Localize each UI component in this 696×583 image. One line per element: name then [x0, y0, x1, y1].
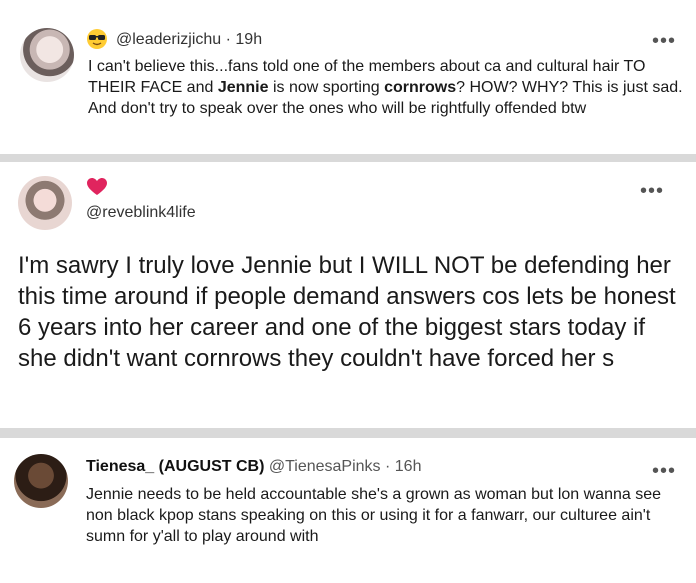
tweet-card[interactable]: @reveblink4life ••• I'm sawry I truly lo… — [0, 162, 696, 428]
tweet-text: Jennie needs to be held accountable she'… — [86, 486, 661, 545]
tweet-text: I'm sawry I truly love Jennie but I WILL… — [18, 252, 676, 372]
red-heart-emoji-icon — [87, 178, 107, 195]
tweet-text: I can't believe this...fans told one of … — [88, 58, 683, 117]
avatar[interactable] — [18, 176, 72, 230]
more-options-icon[interactable]: ••• — [652, 461, 676, 481]
more-options-icon[interactable]: ••• — [652, 31, 676, 51]
avatar[interactable] — [20, 28, 74, 82]
more-options-icon[interactable]: ••• — [640, 181, 664, 201]
tweet-card[interactable]: Tienesa_ (AUGUST CB) @TienesaPinks · 16h… — [0, 438, 696, 583]
sunglasses-emoji-icon — [87, 29, 107, 49]
tweet-header: Tienesa_ (AUGUST CB) @TienesaPinks · 16h — [86, 458, 421, 476]
tweet-handle[interactable]: @reveblink4life — [86, 204, 196, 222]
tweet-card[interactable]: @leaderizjichu · 19h ••• I can't believe… — [0, 0, 696, 154]
display-name[interactable]: Tienesa_ (AUGUST CB) — [86, 458, 264, 475]
avatar[interactable] — [14, 454, 68, 508]
tweet-handle[interactable]: @leaderizjichu · 19h — [116, 31, 262, 49]
tweet-handle[interactable]: @TienesaPinks · 16h — [269, 458, 422, 475]
